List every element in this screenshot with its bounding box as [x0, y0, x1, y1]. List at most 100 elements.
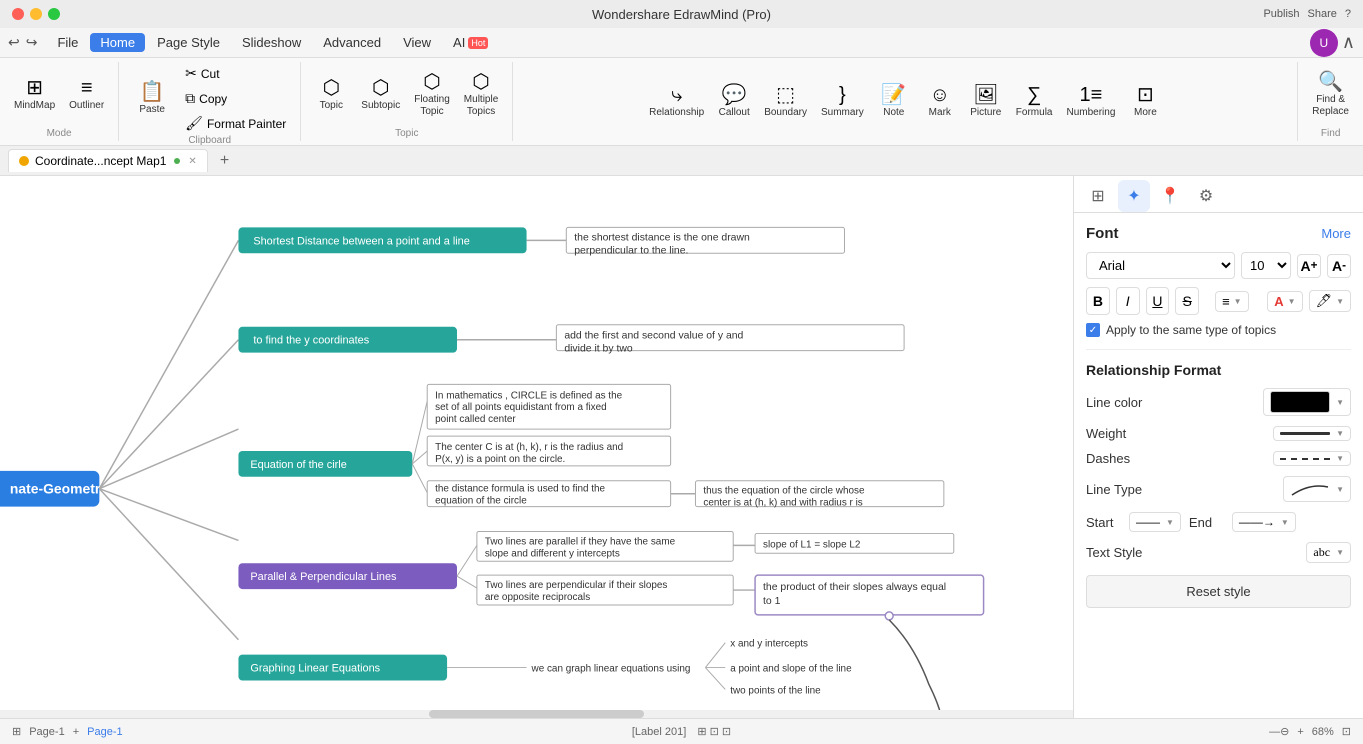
menu-file[interactable]: File	[47, 33, 88, 52]
menu-advanced[interactable]: Advanced	[313, 33, 391, 52]
zoom-in-button[interactable]: +	[1297, 726, 1303, 738]
numbering-button[interactable]: 1≡ Numbering	[1060, 81, 1121, 123]
copy-label: Copy	[199, 92, 227, 106]
canvas-area[interactable]: nate-Geometry-Concept-Map Shortest Dista…	[0, 176, 1073, 718]
minimize-button[interactable]	[30, 8, 42, 20]
strikethrough-button[interactable]: S	[1175, 287, 1199, 315]
panel-tab-settings[interactable]: ⚙	[1190, 180, 1222, 212]
bold-button[interactable]: B	[1086, 287, 1110, 315]
font-size-decrease-button[interactable]: A-	[1327, 254, 1351, 278]
boundary-button[interactable]: ⬚ Boundary	[758, 81, 813, 123]
relationship-button[interactable]: ⤷ Relationship	[643, 81, 710, 123]
apply-same-label: Apply to the same type of topics	[1106, 323, 1276, 337]
page-layout-icon[interactable]: ⊞	[12, 725, 21, 738]
font-family-select[interactable]: Arial	[1086, 252, 1235, 279]
conn-graph-3	[705, 668, 725, 690]
parallel-note1-text2: slope and different y intercepts	[485, 548, 620, 559]
user-avatar[interactable]: U	[1310, 29, 1338, 57]
font-color-dropdown[interactable]: A ▼	[1267, 291, 1302, 312]
scrollbar-thumb[interactable]	[429, 710, 644, 718]
font-more-link[interactable]: More	[1321, 226, 1351, 241]
picture-icon: 🖼	[973, 85, 998, 105]
tab-icon	[19, 156, 29, 166]
share-button[interactable]: Share	[1308, 8, 1337, 20]
publish-button[interactable]: Publish	[1263, 8, 1299, 20]
boundary-icon: ⬚	[776, 85, 795, 105]
current-page-tab[interactable]: Page-1	[87, 726, 122, 738]
dashes-dropdown[interactable]: ▼	[1273, 451, 1351, 466]
floating-topic-button[interactable]: ⬡ FloatingTopic	[408, 68, 456, 122]
more-button[interactable]: ⊡ More	[1123, 81, 1167, 123]
line-type-dropdown[interactable]: ▼	[1283, 476, 1351, 502]
mark-button[interactable]: ☺ Mark	[918, 81, 962, 123]
help-button[interactable]: ?	[1345, 8, 1351, 20]
highlight-dropdown[interactable]: 🖊 ▼	[1309, 290, 1351, 312]
multiple-topics-button[interactable]: ⬡ MultipleTopics	[458, 68, 504, 122]
italic-button[interactable]: I	[1116, 287, 1140, 315]
collapse-button[interactable]: ∧	[1342, 32, 1355, 53]
selection-handle[interactable]	[885, 612, 893, 620]
find-replace-button[interactable]: 🔍 Find &Replace	[1306, 68, 1355, 122]
menu-ai[interactable]: AI Hot	[443, 33, 498, 52]
picture-button[interactable]: 🖼 Picture	[964, 81, 1008, 123]
menu-home[interactable]: Home	[90, 33, 145, 52]
reset-style-button[interactable]: Reset style	[1086, 575, 1351, 608]
callout-icon: 💬	[722, 85, 747, 105]
undo-button[interactable]: ↩	[8, 34, 20, 51]
copy-button[interactable]: ⧉ Copy	[179, 87, 292, 110]
paste-button[interactable]: 📋 Paste	[127, 78, 177, 120]
apply-same-checkbox[interactable]: ✓	[1086, 323, 1100, 337]
formula-button[interactable]: ∑ Formula	[1010, 81, 1059, 123]
note-label: Note	[883, 107, 904, 119]
note-button[interactable]: 📝 Note	[872, 81, 916, 123]
menu-slideshow[interactable]: Slideshow	[232, 33, 311, 52]
alignment-dropdown[interactable]: ≡ ▼	[1215, 291, 1249, 312]
more-icon: ⊡	[1137, 85, 1154, 105]
fit-page-button[interactable]: ⊡	[1342, 725, 1351, 738]
close-button[interactable]	[12, 8, 24, 20]
graphing-intro-text: we can graph linear equations using	[531, 664, 691, 675]
maximize-button[interactable]	[48, 8, 60, 20]
zoom-out-button[interactable]: —⊖	[1269, 725, 1289, 738]
end-arrow-select[interactable]: ——→ ▼	[1232, 512, 1296, 532]
mindmap-label: MindMap	[14, 100, 55, 112]
summary-button[interactable]: } Summary	[815, 81, 870, 123]
weight-sample	[1280, 432, 1330, 435]
zoom-level[interactable]: 68%	[1312, 726, 1334, 738]
circle-note1-text1: In mathematics , CIRCLE is defined as th…	[435, 390, 622, 401]
outliner-button[interactable]: ≡ Outliner	[63, 74, 110, 116]
tab-coordinate-map[interactable]: Coordinate...ncept Map1 ✕	[8, 149, 208, 172]
panel-tab-format[interactable]: ✦	[1118, 180, 1150, 212]
more-label: More	[1134, 107, 1157, 119]
ribbon-mode-buttons: ⊞ MindMap ≡ Outliner	[8, 62, 110, 128]
tab-add-button[interactable]: +	[212, 148, 237, 174]
relationship-icon: ⤷	[671, 85, 682, 105]
status-left: ⊞ Page-1 + Page-1	[12, 725, 123, 738]
panel-tab-style[interactable]: ⊞	[1082, 180, 1114, 212]
panel-tab-location[interactable]: 📍	[1154, 180, 1186, 212]
font-size-select[interactable]: 10	[1241, 252, 1291, 279]
cut-button[interactable]: ✂ Cut	[179, 62, 292, 85]
text-style-select[interactable]: abc ▼	[1306, 542, 1351, 563]
menu-view[interactable]: View	[393, 33, 441, 52]
font-size-increase-button[interactable]: A+	[1297, 254, 1321, 278]
multiple-topics-label: MultipleTopics	[464, 94, 498, 118]
weight-dropdown[interactable]: ▼	[1273, 426, 1351, 441]
line-color-label: Line color	[1086, 395, 1142, 410]
start-arrow-select[interactable]: —— ▼	[1129, 512, 1181, 532]
callout-button[interactable]: 💬 Callout	[712, 81, 756, 123]
topic-button[interactable]: ⬡ Topic	[309, 74, 353, 116]
tab-close-button[interactable]: ✕	[188, 156, 196, 167]
redo-button[interactable]: ↪	[26, 34, 38, 51]
horizontal-scrollbar[interactable]	[0, 710, 1073, 718]
clipboard-label: Clipboard	[188, 135, 231, 148]
paste-label: Paste	[139, 104, 165, 116]
underline-button[interactable]: U	[1146, 287, 1170, 315]
paste-icon: 📋	[140, 82, 165, 102]
format-painter-button[interactable]: 🖌 Format Painter	[179, 112, 292, 135]
add-page-button[interactable]: +	[73, 726, 79, 738]
subtopic-button[interactable]: ⬡ Subtopic	[355, 74, 406, 116]
mindmap-button[interactable]: ⊞ MindMap	[8, 74, 61, 116]
line-color-dropdown[interactable]: ▼	[1263, 388, 1351, 416]
menu-page-style[interactable]: Page Style	[147, 33, 230, 52]
